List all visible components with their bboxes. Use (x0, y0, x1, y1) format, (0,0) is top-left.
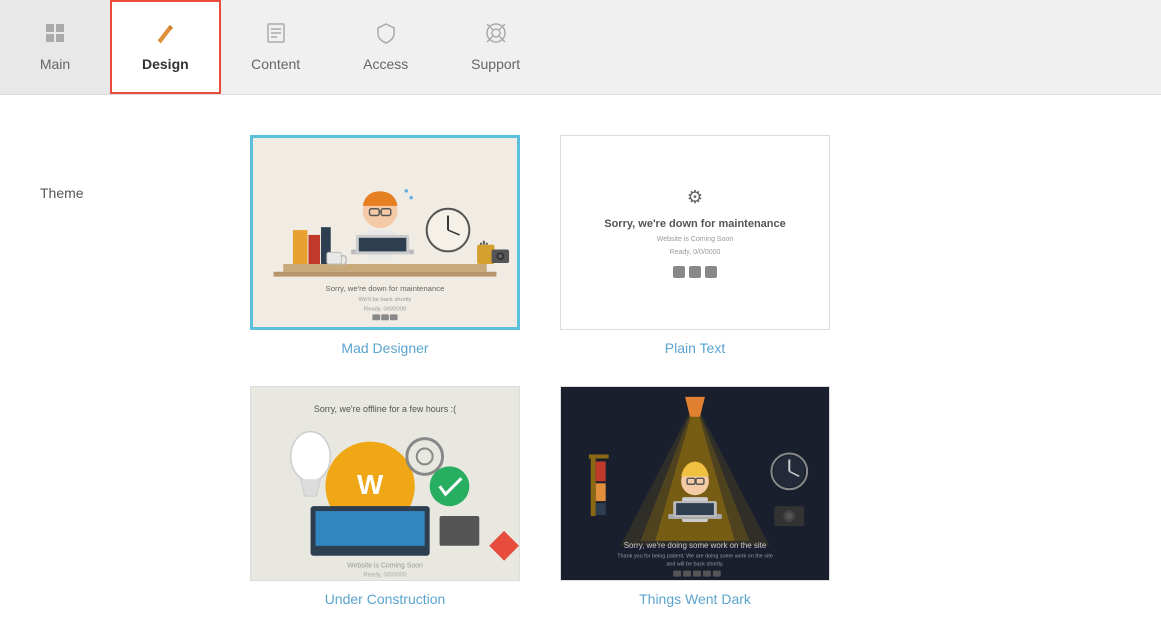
svg-text:and will be back shortly.: and will be back shortly. (666, 561, 724, 567)
theme-card-mad-designer[interactable]: Sorry, we're down for maintenance We'll … (250, 135, 520, 356)
theme-card-things-went-dark[interactable]: Sorry, we're doing some work on the site… (560, 386, 830, 607)
access-icon (375, 22, 397, 50)
theme-grid: Sorry, we're down for maintenance We'll … (250, 135, 830, 607)
social-icon-gp (705, 266, 717, 278)
tab-main[interactable]: Main (0, 0, 110, 94)
svg-text:Sorry, we're offline for a few: Sorry, we're offline for a few hours :( (314, 404, 456, 414)
theme-name-under-construction: Under Construction (325, 591, 446, 607)
tab-support-label: Support (471, 56, 520, 72)
svg-text:Thank you for being patient. W: Thank you for being patient. We are doin… (617, 553, 773, 559)
tab-main-label: Main (40, 56, 70, 72)
social-icon-fb (673, 266, 685, 278)
theme-preview-under-construction: Sorry, we're offline for a few hours :( … (250, 386, 520, 581)
svg-text:Website is Coming Soon: Website is Coming Soon (347, 562, 423, 569)
gear-icon: ⚙ (687, 187, 703, 208)
tab-access-label: Access (363, 56, 408, 72)
svg-text:Ready, 0/0/0000: Ready, 0/0/0000 (364, 307, 406, 313)
main-content: Theme (0, 95, 1161, 637)
plain-title: Sorry, we're down for maintenance (604, 218, 786, 230)
svg-text:We'll be back shortly: We'll be back shortly (359, 297, 412, 303)
theme-card-under-construction[interactable]: Sorry, we're offline for a few hours :( … (250, 386, 520, 607)
theme-preview-things-went-dark: Sorry, we're doing some work on the site… (560, 386, 830, 581)
tab-design[interactable]: Design (110, 0, 221, 94)
tab-bar: Main Design Content Acc (0, 0, 1161, 95)
theme-preview-plain-text: ⚙ Sorry, we're down for maintenance Webs… (560, 135, 830, 330)
design-icon (154, 22, 176, 50)
theme-preview-mad-designer: Sorry, we're down for maintenance We'll … (250, 135, 520, 330)
main-icon (44, 22, 66, 50)
theme-name-mad-designer: Mad Designer (341, 340, 428, 356)
content-icon (265, 22, 287, 50)
svg-text:Sorry, we're down for maintena: Sorry, we're down for maintenance (326, 284, 445, 293)
support-icon (485, 22, 507, 50)
theme-label: Theme (40, 135, 130, 201)
plain-social (673, 266, 717, 278)
theme-name-plain-text: Plain Text (665, 340, 725, 356)
tab-content[interactable]: Content (221, 0, 331, 94)
social-icon-tw (689, 266, 701, 278)
tab-support[interactable]: Support (441, 0, 551, 94)
section-label-text: Theme (40, 185, 84, 201)
tab-design-label: Design (142, 56, 189, 72)
svg-text:Sorry, we're doing some work o: Sorry, we're doing some work on the site (624, 541, 767, 550)
theme-section: Theme (40, 125, 1121, 607)
plain-date: Ready, 0/0/0000 (670, 249, 721, 256)
svg-text:W: W (357, 469, 384, 500)
theme-card-plain-text[interactable]: ⚙ Sorry, we're down for maintenance Webs… (560, 135, 830, 356)
tab-access[interactable]: Access (331, 0, 441, 94)
svg-text:Ready, 0/0/0000: Ready, 0/0/0000 (363, 572, 407, 578)
tab-content-label: Content (251, 56, 300, 72)
plain-sub: Website is Coming Soon (657, 236, 734, 243)
theme-name-things-went-dark: Things Went Dark (639, 591, 751, 607)
